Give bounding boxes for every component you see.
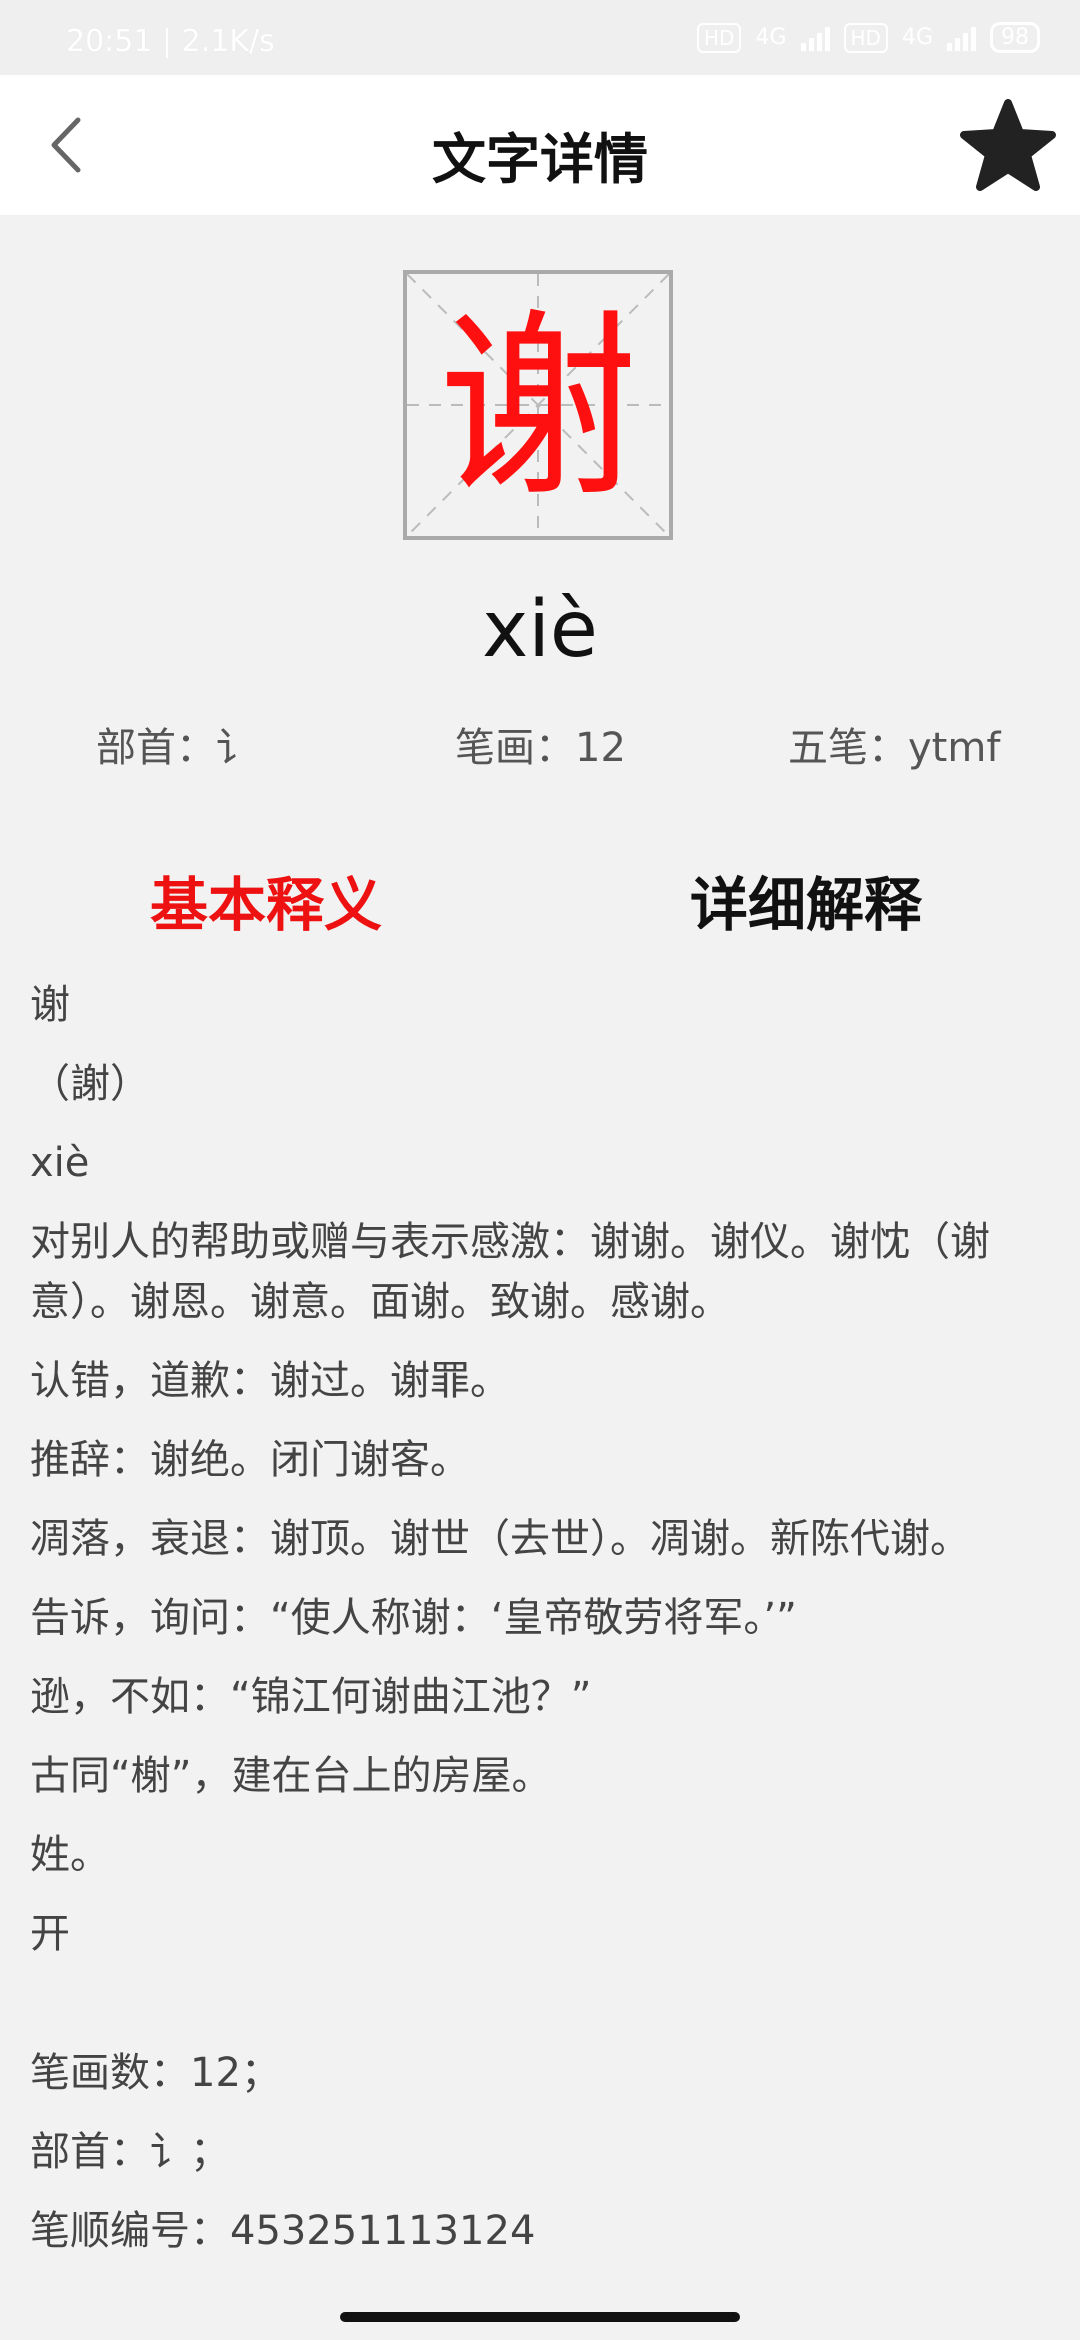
network-type-label: 4G: [901, 25, 933, 50]
definition-line: 对别人的帮助或赠与表示感激：谢谢。谢仪。谢忱（谢意）。谢恩。谢意。面谢。致谢。感…: [30, 1219, 990, 1325]
radical-info: 部首：讠: [96, 725, 256, 771]
tab-basic-meaning[interactable]: 基本释义: [150, 858, 382, 942]
status-icons: HD 4G HD 4G 98: [697, 22, 1040, 53]
definition-line: 认错，道歉：谢过。谢罪。: [30, 1358, 510, 1404]
hd-icon: HD: [843, 22, 888, 53]
definition-line: xiè: [30, 1140, 90, 1186]
network-type-label: 4G: [755, 25, 787, 50]
battery-icon: 98: [990, 22, 1040, 53]
definition-line: 推辞：谢绝。闭门谢客。: [30, 1437, 470, 1483]
definition-content: 谢 （謝） xiè 对别人的帮助或赠与表示感激：谢谢。谢仪。谢忱（谢意）。谢恩。…: [30, 975, 1050, 2261]
star-icon: [960, 99, 1056, 191]
signal-icon: [947, 25, 976, 51]
stroke-count-line: 笔画数：12；: [30, 2050, 281, 2096]
pinyin: xiè: [482, 585, 598, 675]
definition-line: 古同“榭”，建在台上的房屋。: [30, 1753, 552, 1799]
definition-line: （謝）: [30, 1061, 150, 1107]
wubi-code-info: 五笔：ytmf: [788, 725, 1001, 771]
stroke-count-info: 笔画：12: [455, 725, 626, 771]
definition-line: 开: [30, 1911, 70, 1957]
status-bar: 20:51 | 2.1K/s HD 4G HD 4G 98: [0, 0, 1080, 75]
page-title: 文字详情: [432, 128, 648, 191]
definition-line: 告诉，询问：“使人称谢：‘皇帝敬劳将军。’”: [30, 1595, 797, 1641]
home-indicator[interactable]: [340, 2312, 740, 2322]
stroke-order-line: 笔顺编号：453251113124: [30, 2208, 536, 2254]
definition-line: 逊，不如：“锦江何谢曲江池？”: [30, 1674, 592, 1720]
definition-line: 谢: [30, 982, 70, 1028]
top-app-bar: 文字详情: [0, 75, 1080, 215]
definition-line: 姓。: [30, 1832, 110, 1878]
definition-line: 凋落，衰退：谢顶。谢世（去世）。凋谢。新陈代谢。: [30, 1516, 970, 1562]
character-glyph: 谢: [437, 292, 638, 525]
status-time: 20:51 | 2.1K/s: [66, 24, 275, 59]
tab-detailed-explanation[interactable]: 详细解释: [690, 858, 922, 942]
favorite-button[interactable]: [960, 97, 1056, 193]
character-grid-box: 谢: [403, 270, 673, 540]
radical-line: 部首：讠；: [30, 2129, 230, 2175]
hd-icon: HD: [697, 22, 742, 53]
signal-icon: [800, 25, 830, 51]
